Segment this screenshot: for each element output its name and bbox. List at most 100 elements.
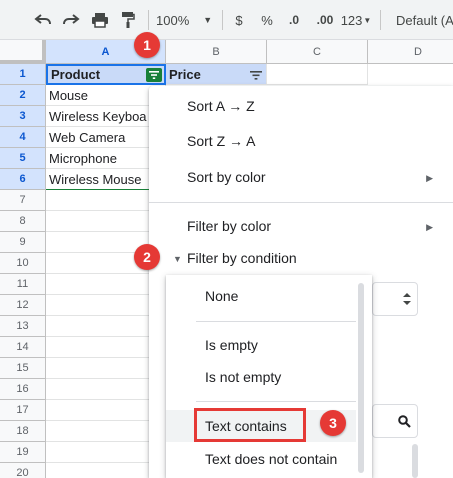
cell-empty[interactable] (46, 295, 166, 316)
row-header-5[interactable]: 5 (0, 148, 46, 169)
cell-empty[interactable] (46, 337, 166, 358)
toolbar: 100% ▼ $ % .0 .00 123 ▼ Default (Ar (0, 0, 453, 40)
option-text-does-not-contain[interactable]: Text does not contain (166, 443, 356, 475)
row-header-4[interactable]: 4 (0, 127, 46, 148)
sort-z-a-item[interactable]: Sort Z → A (187, 133, 255, 149)
cell-text: Mouse (49, 87, 89, 103)
row-header-19[interactable]: 19 (0, 442, 46, 463)
row-header-6[interactable]: 6 (0, 169, 46, 190)
row-label: 12 (16, 299, 29, 311)
toolbar-divider (380, 10, 381, 30)
currency-format-button[interactable]: $ (230, 8, 248, 32)
chevron-down-icon: ▼ (363, 15, 372, 25)
paint-format-icon[interactable] (116, 8, 140, 32)
row-header-10[interactable]: 10 (0, 253, 46, 274)
zoom-value: 100% (156, 12, 190, 28)
sort-a-z-item[interactable]: Sort A → Z (187, 98, 255, 114)
row-label: 8 (19, 215, 26, 227)
decrease-decimal-label: .0 (288, 13, 299, 27)
filter-by-condition-toggle[interactable]: Filter by condition (187, 250, 297, 266)
sort-by-color-item[interactable]: Sort by color (187, 169, 266, 185)
cell-empty[interactable] (46, 379, 166, 400)
row-header-17[interactable]: 17 (0, 400, 46, 421)
column-label: D (414, 45, 422, 58)
row-header-11[interactable]: 11 (0, 274, 46, 295)
list-divider (196, 401, 356, 402)
row-label: 16 (16, 383, 29, 395)
cell-c1[interactable] (267, 64, 368, 85)
decrease-decimal-button[interactable]: .0 (284, 8, 304, 32)
more-formats-button[interactable]: 123 ▼ (340, 8, 372, 32)
search-icon (398, 414, 411, 428)
cell-product[interactable]: Mouse (46, 85, 166, 106)
column-header-c[interactable]: C (267, 40, 368, 64)
condition-select[interactable] (372, 282, 418, 316)
row-header-9[interactable]: 9 (0, 232, 46, 253)
cell-product[interactable]: Wireless Mouse (46, 169, 166, 190)
cell-empty[interactable] (46, 211, 166, 232)
print-icon[interactable] (88, 8, 112, 32)
option-none[interactable]: None (166, 280, 356, 312)
step-badge-1: 1 (134, 32, 160, 58)
row-label: 17 (16, 404, 29, 416)
cell-empty[interactable] (46, 400, 166, 421)
option-label: None (205, 288, 239, 304)
cell-product[interactable]: Wireless Keyboa (46, 106, 166, 127)
condition-options-list: None Is empty Is not empty Text contains… (166, 275, 372, 478)
row-header-8[interactable]: 8 (0, 211, 46, 232)
option-label: Text does not contain (205, 451, 338, 467)
redo-icon[interactable] (58, 8, 84, 32)
percent-format-button[interactable]: % (258, 8, 276, 32)
condition-value-input[interactable] (372, 404, 418, 438)
row-header-13[interactable]: 13 (0, 316, 46, 337)
row-header-12[interactable]: 12 (0, 295, 46, 316)
cell-empty[interactable] (46, 442, 166, 463)
font-select[interactable]: Default (Ar (396, 8, 453, 32)
filter-icon[interactable] (248, 68, 264, 82)
zoom-select[interactable]: 100% ▼ (156, 8, 216, 32)
increase-decimal-button[interactable]: .00 (312, 8, 338, 32)
column-header-b[interactable]: B (166, 40, 267, 64)
cell-empty[interactable] (46, 274, 166, 295)
chevron-right-icon: ▶ (426, 222, 433, 232)
row-header-3[interactable]: 3 (0, 106, 46, 127)
column-label: A (101, 45, 110, 58)
option-is-not-empty[interactable]: Is not empty (166, 361, 356, 393)
step-badge-2: 2 (134, 244, 160, 270)
menu-scrollbar[interactable] (412, 444, 418, 478)
option-label: Is not empty (205, 369, 282, 385)
cell-empty[interactable] (46, 358, 166, 379)
cell-empty[interactable] (46, 190, 166, 211)
row-header-1[interactable]: 1 (0, 64, 46, 85)
cell-text: Product (51, 67, 101, 82)
badge-label: 1 (143, 37, 151, 53)
row-header-18[interactable]: 18 (0, 421, 46, 442)
font-value: Default (Ar (396, 12, 453, 28)
row-header-2[interactable]: 2 (0, 85, 46, 106)
menu-divider (149, 202, 453, 203)
filter-icon[interactable] (146, 68, 162, 82)
cell-empty[interactable] (46, 316, 166, 337)
undo-icon[interactable] (30, 8, 56, 32)
row-header-20[interactable]: 20 (0, 463, 46, 478)
list-scrollbar[interactable] (358, 283, 364, 473)
cell-product[interactable]: Web Camera (46, 127, 166, 148)
more-formats-label: 123 (340, 12, 363, 28)
row-header-7[interactable]: 7 (0, 190, 46, 211)
option-is-empty[interactable]: Is empty (166, 329, 356, 361)
badge-label: 2 (143, 249, 151, 265)
row-label: 7 (19, 194, 26, 206)
column-header-d[interactable]: D (368, 40, 453, 64)
cell-empty[interactable] (46, 463, 166, 478)
filter-by-color-item[interactable]: Filter by color (187, 218, 271, 234)
menu-item-label: Filter by condition (187, 250, 297, 266)
cell-product[interactable]: Microphone (46, 148, 166, 169)
row-header-15[interactable]: 15 (0, 358, 46, 379)
row-header-14[interactable]: 14 (0, 337, 46, 358)
select-all-corner[interactable] (0, 40, 46, 64)
cell-empty[interactable] (46, 421, 166, 442)
row-label: 19 (16, 446, 29, 458)
column-label: B (212, 45, 220, 58)
column-label: C (313, 45, 321, 58)
row-header-16[interactable]: 16 (0, 379, 46, 400)
